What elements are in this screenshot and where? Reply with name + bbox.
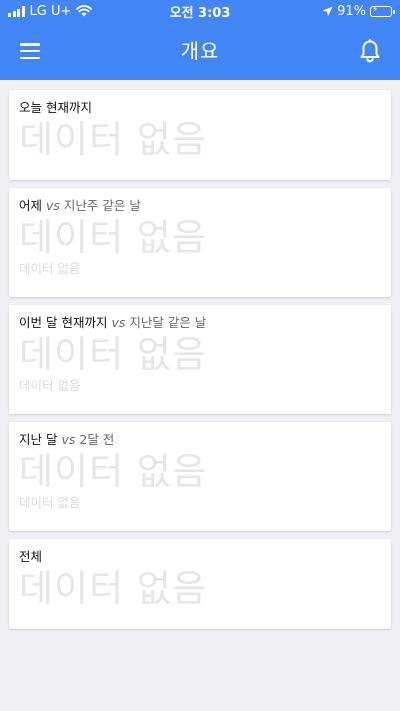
vs-label: vs xyxy=(111,315,126,330)
card-title-label: 전체 xyxy=(19,549,43,564)
card-last-month[interactable]: 지난 달 vs 2달 전 데이터 없음 데이터 없음 xyxy=(9,422,391,531)
card-title: 어제 vs 지난주 같은 날 xyxy=(19,198,381,214)
location-arrow-icon xyxy=(322,6,333,16)
card-title: 지난 달 vs 2달 전 xyxy=(19,432,381,448)
card-title-label: 오늘 현재까지 xyxy=(19,100,92,115)
compare-label: 지난달 같은 날 xyxy=(129,315,207,330)
compare-label: 지난주 같은 날 xyxy=(63,198,141,213)
card-value: 데이터 없음 xyxy=(19,216,207,259)
card-yesterday[interactable]: 어제 vs 지난주 같은 날 데이터 없음 데이터 없음 xyxy=(9,188,391,297)
notifications-button[interactable] xyxy=(350,31,390,71)
status-left: LG U+ xyxy=(8,4,200,19)
bell-icon xyxy=(360,39,380,63)
card-value: 데이터 없음 xyxy=(19,118,207,161)
card-title: 전체 xyxy=(19,549,381,565)
compare-label: 2달 전 xyxy=(79,432,115,447)
card-today[interactable]: 오늘 현재까지 데이터 없음 xyxy=(9,90,391,180)
card-title: 오늘 현재까지 xyxy=(19,100,381,116)
app-bar: 개요 xyxy=(0,22,400,80)
card-title-label: 지난 달 xyxy=(19,432,58,447)
battery-icon: ⚡ xyxy=(370,5,395,17)
hamburger-icon xyxy=(20,43,40,59)
card-sub-value: 데이터 없음 xyxy=(19,261,81,276)
menu-button[interactable] xyxy=(10,31,50,71)
card-total[interactable]: 전체 데이터 없음 xyxy=(9,539,391,629)
card-value: 데이터 없음 xyxy=(19,567,207,610)
overview-list: 오늘 현재까지 데이터 없음 어제 vs 지난주 같은 날 데이터 없음 데이터… xyxy=(9,90,391,637)
vs-label: vs xyxy=(46,198,60,213)
card-title-label: 어제 xyxy=(19,198,43,213)
signal-icon xyxy=(8,5,25,17)
card-value: 데이터 없음 xyxy=(19,333,207,376)
card-sub-value: 데이터 없음 xyxy=(19,495,81,510)
card-this-month[interactable]: 이번 달 현재까지 vs 지난달 같은 날 데이터 없음 데이터 없음 xyxy=(9,305,391,414)
status-right: 91% ⚡ xyxy=(200,3,395,19)
carrier-label: LG U+ xyxy=(29,3,72,19)
wifi-icon xyxy=(76,5,93,17)
status-bar: LG U+ 오전 3:03 91% ⚡ xyxy=(0,0,400,22)
card-value: 데이터 없음 xyxy=(19,450,207,493)
card-title: 이번 달 현재까지 vs 지난달 같은 날 xyxy=(19,315,381,331)
page-title: 개요 xyxy=(180,39,220,63)
card-sub-value: 데이터 없음 xyxy=(19,378,81,393)
vs-label: vs xyxy=(61,432,76,447)
card-title-label: 이번 달 현재까지 xyxy=(19,315,108,330)
battery-percent: 91% xyxy=(337,3,366,19)
